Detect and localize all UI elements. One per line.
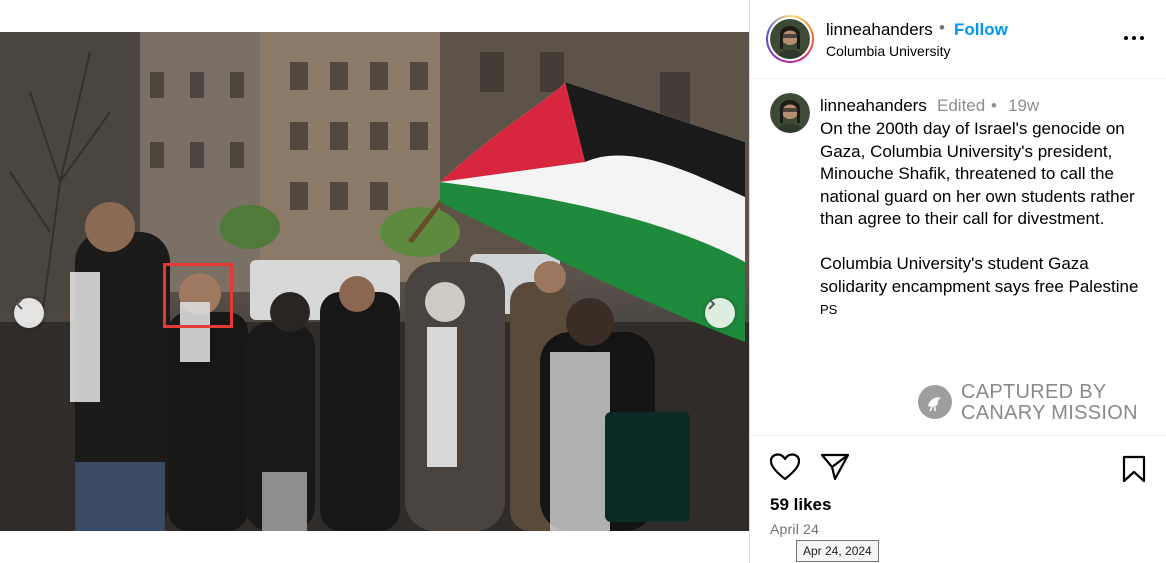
carousel-next-button[interactable] — [705, 298, 735, 328]
paper-plane-icon — [820, 453, 850, 481]
story-ring-avatar[interactable] — [766, 15, 814, 63]
caption-paragraph: On the 200th day of Israel's genocide on… — [820, 119, 1135, 228]
header-username[interactable]: linneahanders — [826, 20, 933, 40]
post-photo[interactable] — [0, 32, 749, 531]
carousel-prev-button[interactable] — [14, 298, 44, 328]
more-options-button[interactable] — [1120, 28, 1148, 48]
caption-text: On the 200th day of Israel's genocide on… — [820, 118, 1160, 298]
canary-bird-icon — [918, 385, 952, 419]
face-highlight-box — [163, 263, 233, 328]
like-button[interactable] — [769, 453, 801, 486]
more-dot-icon — [1132, 36, 1136, 40]
caption-username[interactable]: linneahanders — [820, 96, 927, 116]
protest-photo-illustration — [0, 32, 749, 531]
date-tooltip: Apr 24, 2024 — [796, 540, 879, 562]
post-location[interactable]: Columbia University — [826, 43, 950, 59]
post-date[interactable]: April 24 — [770, 521, 819, 537]
more-dot-icon — [1124, 36, 1128, 40]
follow-button[interactable]: Follow — [954, 20, 1008, 40]
canary-mission-watermark: CAPTURED BY CANARY MISSION — [918, 382, 1158, 426]
bookmark-icon — [1122, 455, 1146, 483]
post-media-pane — [0, 0, 749, 563]
chevron-right-icon — [708, 298, 716, 310]
watermark-line: CANARY MISSION — [961, 402, 1138, 424]
share-button[interactable] — [820, 453, 850, 486]
header-separator: • — [939, 18, 945, 37]
avatar — [770, 19, 810, 59]
post-header: linneahanders • Follow Columbia Universi… — [750, 0, 1166, 79]
caption-paragraph: Columbia University's student Gaza solid… — [820, 254, 1139, 296]
caption-edited-label: Edited — [937, 96, 986, 115]
caption-separator: • — [991, 96, 997, 115]
watermark-text: CAPTURED BY CANARY MISSION — [961, 382, 1138, 424]
post-details-panel: linneahanders • Follow Columbia Universi… — [749, 0, 1166, 563]
watermark-line: CAPTURED BY — [961, 381, 1107, 403]
actions-divider — [750, 435, 1166, 436]
caption-avatar[interactable] — [770, 93, 810, 133]
caption-timestamp[interactable]: 19w — [1008, 96, 1039, 116]
heart-icon — [769, 453, 801, 481]
save-button[interactable] — [1122, 455, 1146, 488]
more-dot-icon — [1140, 36, 1144, 40]
likes-count[interactable]: 59 likes — [770, 495, 831, 515]
caption-tag: PS — [820, 302, 838, 317]
chevron-left-icon — [15, 298, 23, 310]
